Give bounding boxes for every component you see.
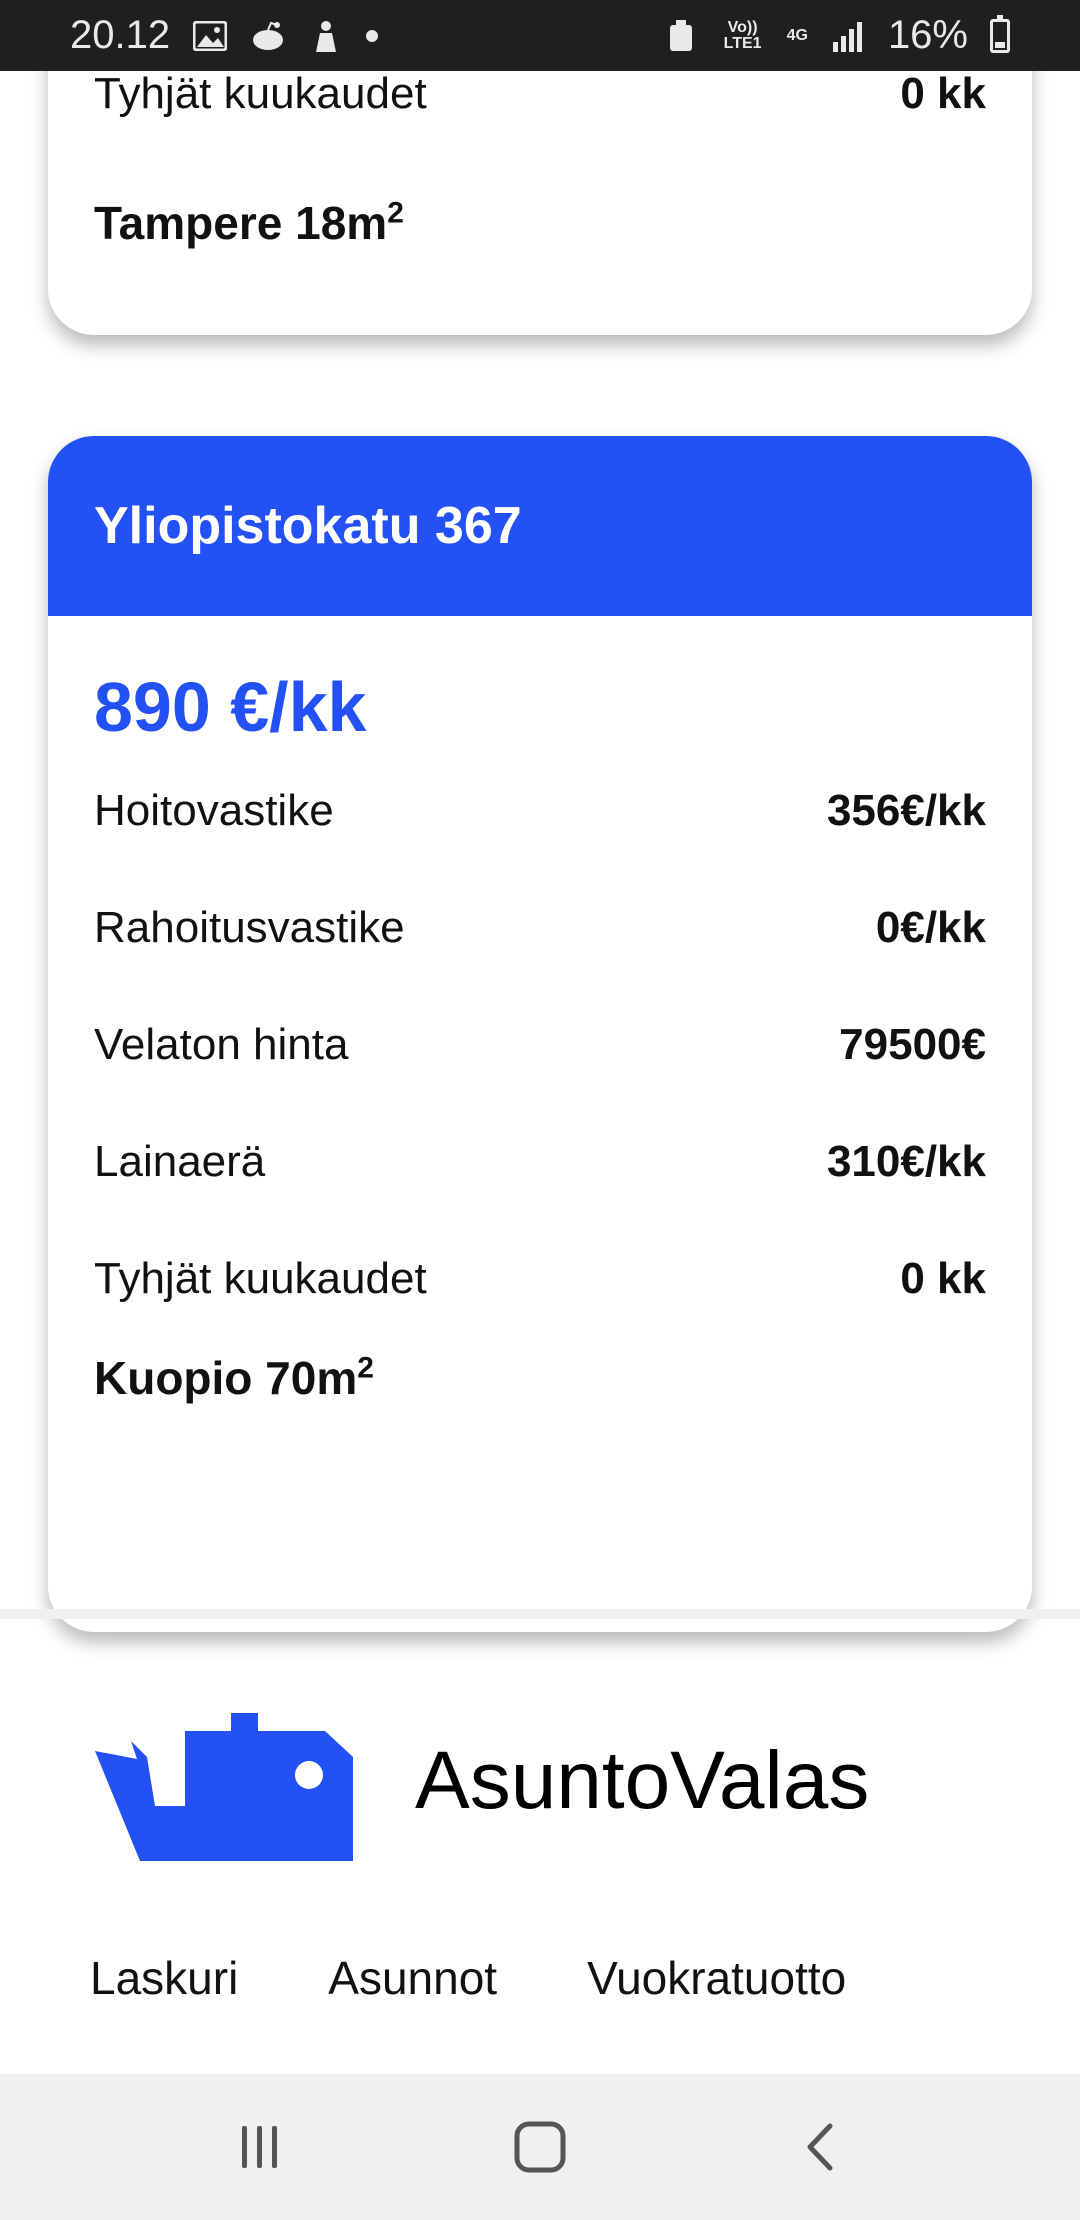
apartment-card-previous[interactable]: Tyhjät kuukaudet 0 kk Tampere 18m2 xyxy=(48,71,1032,335)
card-title: Yliopistokatu 367 xyxy=(94,497,522,555)
detail-value: 310€/kk xyxy=(826,1136,986,1186)
system-nav-bar xyxy=(0,2074,1080,2220)
app-notification-icon xyxy=(308,18,344,54)
battery-percent: 16% xyxy=(887,13,968,57)
detail-label: Tyhjät kuukaudet xyxy=(94,71,427,118)
detail-label: Hoitovastike xyxy=(94,785,334,835)
status-left: 20.12 xyxy=(70,13,379,58)
back-icon[interactable] xyxy=(760,2087,880,2207)
detail-row: Rahoitusvastike 0€/kk xyxy=(94,869,986,986)
battery-icon xyxy=(990,14,1010,53)
detail-row: Hoitovastike 356€/kk xyxy=(94,752,986,869)
card-body: 890 €/kk Hoitovastike 356€/kk Rahoitusva… xyxy=(48,662,1032,1405)
reddit-icon xyxy=(250,18,286,54)
detail-value: 79500€ xyxy=(839,1019,986,1069)
footer-link-asunnot[interactable]: Asunnot xyxy=(328,1951,497,2005)
location-text: Tampere 18m xyxy=(94,197,388,249)
gallery-icon xyxy=(192,18,228,54)
apartment-card[interactable]: Yliopistokatu 367 890 €/kk Hoitovastike … xyxy=(48,436,1032,1632)
detail-row: Lainaerä 310€/kk xyxy=(94,1103,986,1220)
detail-row-empty-months: Tyhjät kuukaudet 0 kk xyxy=(94,71,986,119)
location-text: Kuopio 70m xyxy=(94,1352,358,1404)
detail-value: 0 kk xyxy=(900,71,986,118)
detail-value: 0€/kk xyxy=(875,902,986,952)
location-sup: 2 xyxy=(357,1351,374,1385)
brand-name: AsuntoValas xyxy=(415,1735,870,1826)
detail-value: 0 kk xyxy=(900,1253,986,1303)
detail-label: Lainaerä xyxy=(94,1136,266,1186)
card-location: Tampere 18m2 xyxy=(94,196,404,250)
data-saver-icon xyxy=(663,18,699,54)
card-header: Yliopistokatu 367 xyxy=(48,436,1032,616)
footer-nav: Laskuri Asunnot Vuokratuotto xyxy=(90,1951,846,2005)
detail-label: Velaton hinta xyxy=(94,1019,349,1069)
signal-icon xyxy=(830,18,866,54)
detail-label: Tyhjät kuukaudet xyxy=(94,1253,427,1303)
detail-row: Tyhjät kuukaudet 0 kk xyxy=(94,1220,986,1337)
whale-logo-icon xyxy=(95,1713,353,1861)
more-notifications-icon xyxy=(366,29,379,42)
volte-indicator: Vo)) LTE1 xyxy=(723,18,762,52)
brand[interactable]: AsuntoValas xyxy=(95,1701,869,1861)
detail-label: Rahoitusvastike xyxy=(94,902,405,952)
footer-link-laskuri[interactable]: Laskuri xyxy=(90,1951,238,2005)
status-time: 20.12 xyxy=(70,13,171,57)
detail-row: Velaton hinta 79500€ xyxy=(94,986,986,1103)
recent-apps-icon[interactable] xyxy=(200,2087,320,2207)
network-4g-indicator: 4G xyxy=(786,26,808,44)
scroll-content[interactable]: Tyhjät kuukaudet 0 kk Tampere 18m2 Yliop… xyxy=(0,71,1080,2041)
home-icon[interactable] xyxy=(480,2087,600,2207)
location-sup: 2 xyxy=(387,196,404,230)
detail-value: 356€/kk xyxy=(826,785,986,835)
footer-divider xyxy=(0,1609,1080,1619)
card-location: Kuopio 70m2 xyxy=(94,1351,986,1405)
status-bar: 20.12 Vo)) LTE1 4G 16% xyxy=(0,0,1080,71)
rent-price: 890 €/kk xyxy=(94,668,367,746)
footer-link-vuokratuotto[interactable]: Vuokratuotto xyxy=(587,1951,846,2005)
status-right: Vo)) LTE1 4G 16% xyxy=(663,13,1010,58)
